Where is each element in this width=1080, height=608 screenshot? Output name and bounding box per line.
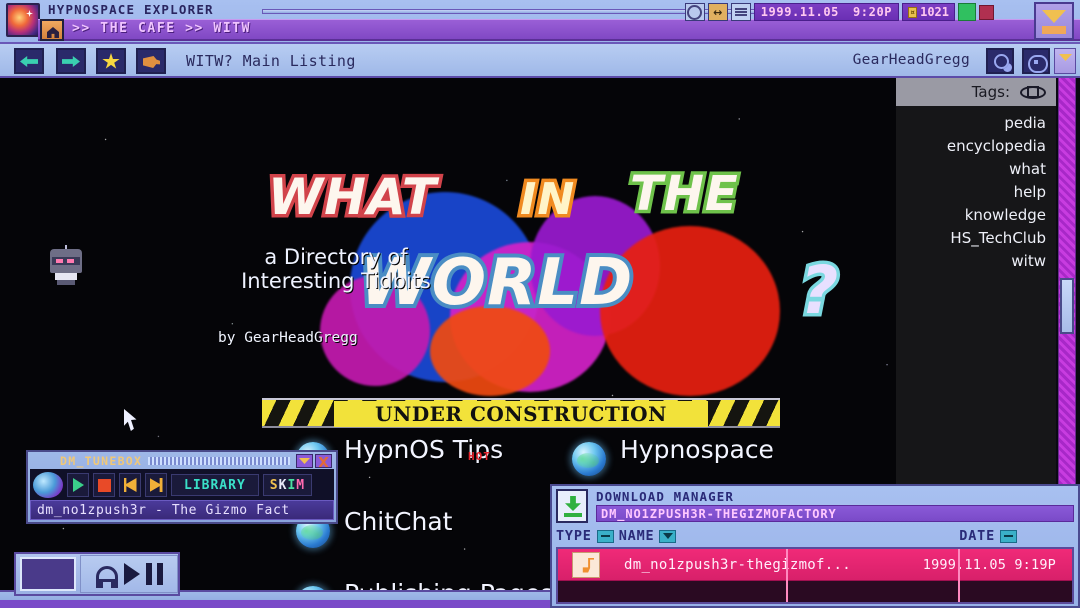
user-name[interactable]: GearHeadGregg: [853, 52, 970, 68]
scrollbar-thumb[interactable]: [1060, 278, 1074, 334]
column-header-type[interactable]: TYPE: [556, 528, 592, 544]
download-column-headers: TYPE NAME DATE: [556, 526, 1074, 546]
link-label[interactable]: Publishing Pages to Hypnospace: [344, 580, 576, 590]
coin-counter: ¤ 1021: [902, 3, 955, 21]
list-item[interactable]: ChitChat: [296, 508, 576, 580]
table-row[interactable]: dm_no1zpush3r-thegizmof... 1999.11.05 9:…: [558, 549, 1072, 602]
browser-toolbar: WITW? Main Listing GearHeadGregg: [0, 44, 1080, 78]
download-manager-subtitle: DM_NO1ZPUSH3R-THEGIZMOFACTORY: [596, 505, 1074, 522]
link-column-left: HOT HypnOS Tips ChitChat Publishing Page…: [266, 436, 576, 590]
network-icon[interactable]: ↔: [707, 3, 728, 21]
star-bookmark-icon[interactable]: [96, 48, 126, 74]
banner-word-in: IN: [516, 171, 577, 229]
app-title: HYPNOSPACE EXPLORER: [48, 2, 214, 17]
tag-item[interactable]: knowledge: [896, 204, 1046, 227]
os-mini-player: [14, 552, 180, 596]
coin-icon: ¤: [908, 6, 918, 18]
titlebar-grip: [148, 457, 290, 465]
tunebox-window: DM_TUNEBOX LIBRARY SKIM dm_no1zpush3r - …: [26, 450, 338, 524]
next-track-icon[interactable]: [145, 473, 167, 497]
stop-icon[interactable]: [93, 473, 115, 497]
under-construction-banner: UNDER CONSTRUCTION: [262, 398, 780, 428]
library-button[interactable]: LIBRARY: [171, 474, 259, 496]
clock-display: 1999.11.05 9:20P: [753, 3, 900, 21]
download-date: 1999.11.05 9:19P: [922, 556, 1056, 573]
download-file-icon: [556, 489, 588, 523]
status-group: ↔ 1999.11.05 9:20P ¤ 1021: [684, 3, 994, 21]
empty-row: [558, 581, 1072, 602]
os-top-bar: HYPNOSPACE EXPLORER >> THE CAFE >> WITW …: [0, 0, 1080, 44]
tunebox-title: DM_TUNEBOX: [60, 454, 143, 468]
gear-icon[interactable]: [684, 3, 705, 21]
play-icon[interactable]: [67, 473, 89, 497]
globe-bullet-icon: [572, 442, 606, 476]
green-app-icon[interactable]: [958, 3, 976, 21]
user-badge-icon[interactable]: [1022, 48, 1050, 74]
mini-mail-icon[interactable]: [1054, 48, 1076, 74]
link-label[interactable]: Hypnospace: [620, 436, 774, 463]
hot-badge: HOT: [468, 450, 491, 463]
minimize-icon[interactable]: [296, 454, 313, 468]
tag-item[interactable]: pedia: [896, 112, 1046, 135]
tags-list: pedia encyclopedia what help knowledge H…: [896, 106, 1056, 273]
play-icon[interactable]: [123, 563, 140, 585]
column-header-name[interactable]: NAME: [619, 528, 655, 544]
list-item[interactable]: Publishing Pages to Hypnospace: [296, 580, 576, 590]
tag-item[interactable]: help: [896, 181, 1046, 204]
under-construction-text: UNDER CONSTRUCTION: [375, 402, 667, 426]
download-manager-titlebar[interactable]: DOWNLOAD MANAGER DM_NO1ZPUSH3R-THEGIZMOF…: [556, 489, 1074, 523]
sort-none-icon[interactable]: [596, 529, 614, 543]
gavel-report-icon[interactable]: [136, 48, 166, 74]
column-header-date[interactable]: DATE: [959, 528, 995, 544]
link-label[interactable]: ChitChat: [344, 508, 452, 535]
list-item[interactable]: HOT HypnOS Tips: [266, 436, 576, 508]
time-text: 9:20P: [852, 5, 893, 19]
tag-item[interactable]: what: [896, 158, 1046, 181]
tag-item[interactable]: encyclopedia: [896, 135, 1046, 158]
now-playing-text: dm_no1zpush3r - The Gizmo Fact: [30, 500, 334, 520]
download-manager-window: DOWNLOAD MANAGER DM_NO1ZPUSH3R-THEGIZMOF…: [550, 484, 1080, 608]
mail-envelope-icon[interactable]: [1034, 2, 1074, 40]
planet-logo-icon: [6, 3, 40, 37]
page-byline: by GearHeadGregg: [218, 330, 358, 346]
sort-none-icon[interactable]: [1000, 529, 1017, 543]
tunebox-orb-icon: [33, 472, 63, 498]
banner-word-question: ?: [796, 249, 841, 333]
home-icon[interactable]: [40, 19, 64, 41]
search-icon[interactable]: [986, 48, 1014, 74]
previous-track-icon[interactable]: [119, 473, 141, 497]
player-screen: [20, 557, 76, 591]
tunebox-controls: LIBRARY SKIM: [30, 469, 334, 501]
tag-eye-icon[interactable]: [1020, 85, 1046, 99]
breadcrumb[interactable]: >> THE CAFE >> WITW: [72, 21, 251, 36]
sort-descending-icon[interactable]: [659, 529, 677, 543]
banner-word-the: THE: [627, 163, 742, 226]
banner-word-what: WHAT: [264, 165, 439, 230]
headphones-icon[interactable]: [95, 566, 118, 588]
coin-count: 1021: [920, 5, 949, 19]
page-title: WITW? Main Listing: [186, 52, 356, 70]
pause-icon[interactable]: [145, 563, 163, 585]
tunebox-titlebar[interactable]: DM_TUNEBOX: [30, 453, 334, 469]
download-manager-title: DOWNLOAD MANAGER: [596, 489, 735, 504]
tag-item[interactable]: witw: [896, 250, 1046, 273]
tags-label: Tags:: [971, 83, 1010, 101]
tag-item[interactable]: HS_TechClub: [896, 227, 1046, 250]
forward-arrow-icon[interactable]: [56, 48, 86, 74]
page-subtitle: a Directory of Interesting Tidbits: [241, 245, 431, 293]
download-name: dm_no1zpush3r-thegizmof...: [624, 556, 851, 573]
skin-button[interactable]: SKIM: [262, 474, 313, 496]
date-text: 1999.11.05: [760, 5, 839, 19]
hypnospace-desktop: HYPNOSPACE EXPLORER >> THE CAFE >> WITW …: [0, 0, 1080, 608]
download-list: dm_no1zpush3r-thegizmof... 1999.11.05 9:…: [556, 547, 1074, 604]
red-app-icon[interactable]: [979, 4, 994, 20]
tags-header: Tags:: [896, 78, 1056, 106]
list-icon[interactable]: [730, 3, 751, 21]
back-arrow-icon[interactable]: [14, 48, 44, 74]
close-icon[interactable]: [315, 454, 332, 468]
robot-mascot-icon[interactable]: [48, 245, 84, 289]
music-file-icon: [572, 551, 600, 578]
player-controls: [80, 555, 178, 593]
